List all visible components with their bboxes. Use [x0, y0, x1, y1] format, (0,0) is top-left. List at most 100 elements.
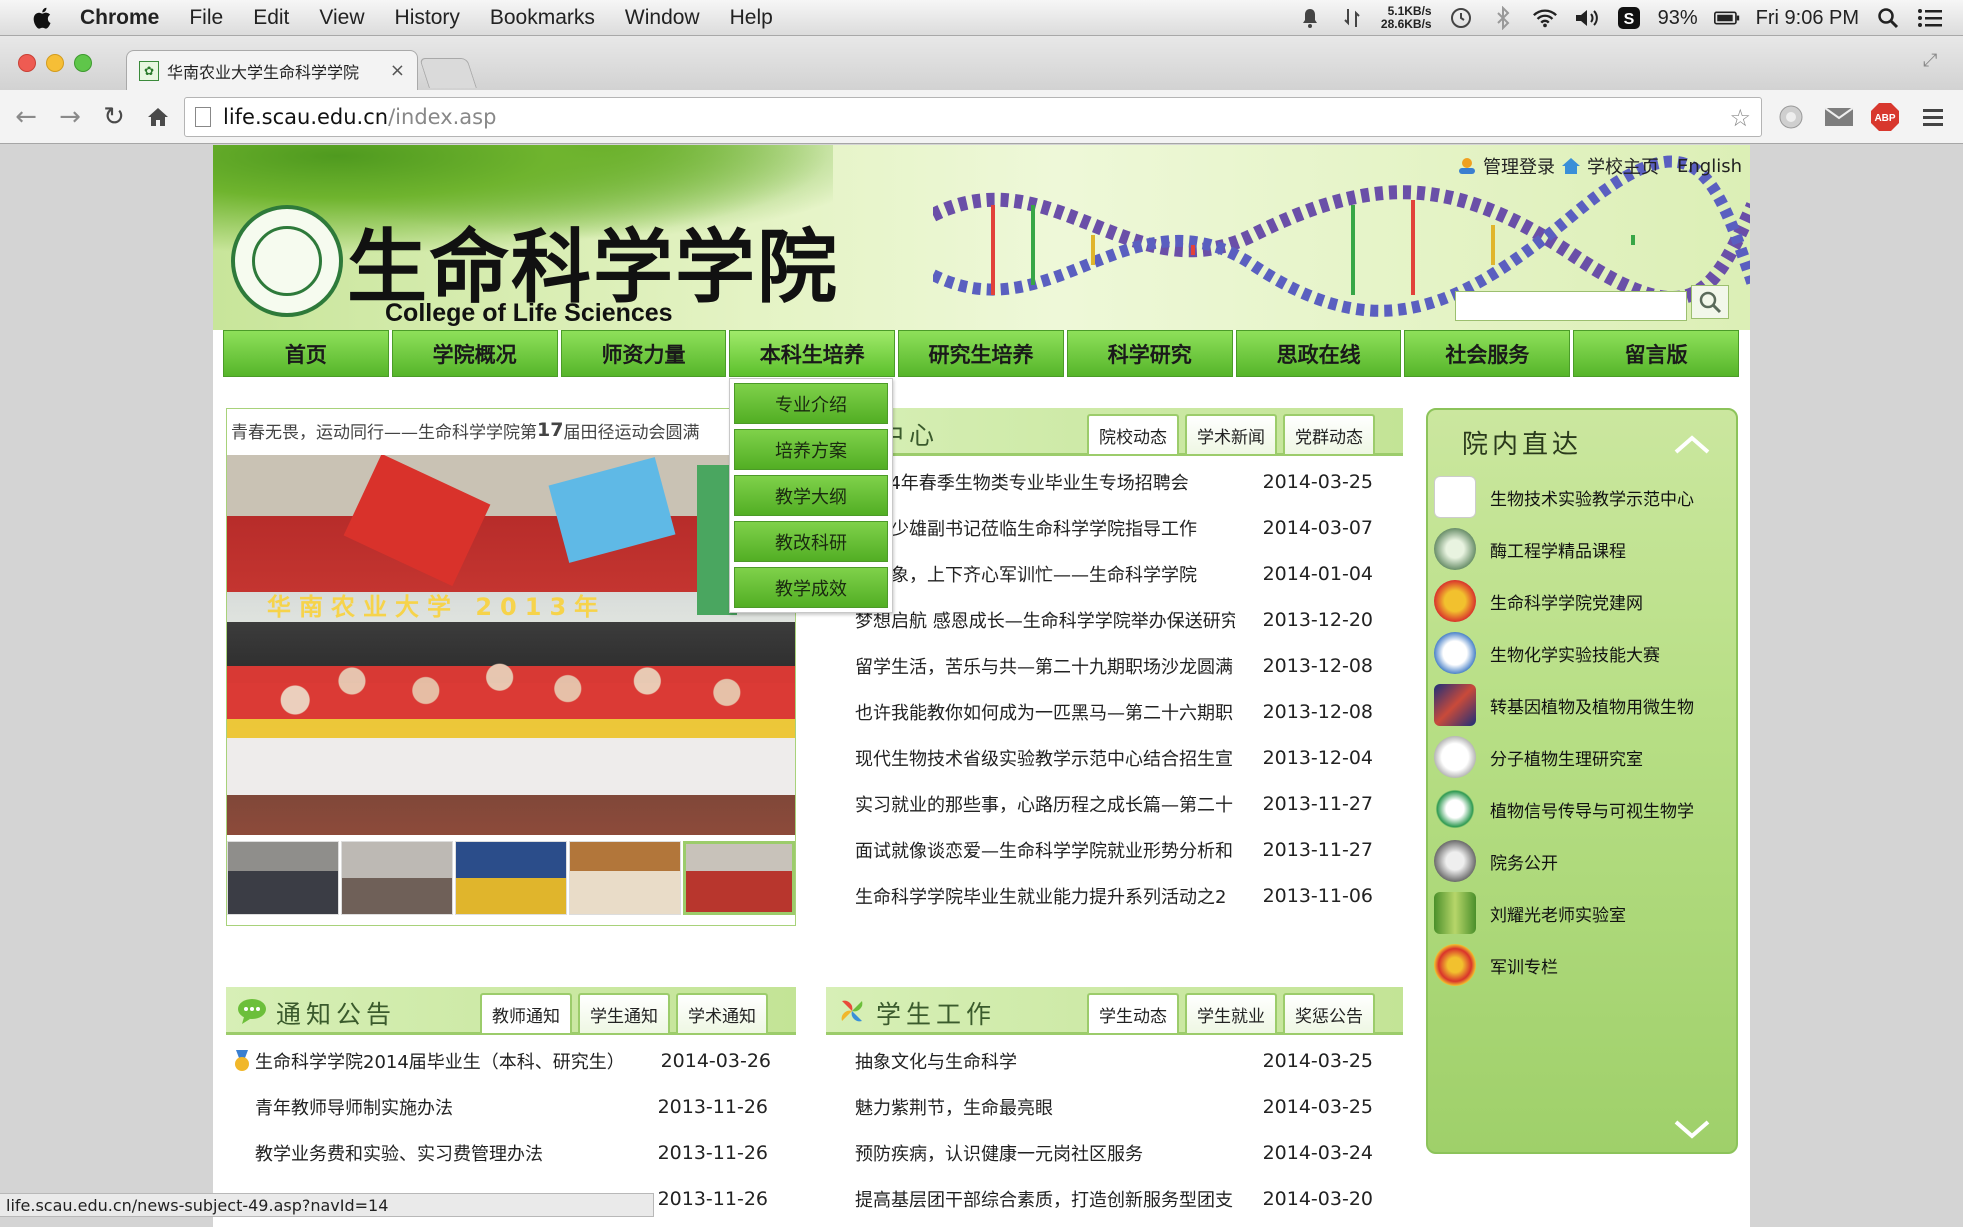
bookmark-star-icon[interactable]: ☆ [1729, 104, 1751, 132]
quick-link-item[interactable]: 酶工程学精品课程 [1434, 526, 1734, 572]
window-zoom-button[interactable] [74, 54, 92, 72]
menu-view[interactable]: View [319, 6, 364, 30]
news-item-title[interactable]: 现代生物技术省级实验教学示范中心结合招生宣 [855, 745, 1235, 771]
dropdown-item-major-intro[interactable]: 专业介绍 [734, 383, 888, 424]
menu-history[interactable]: History [395, 6, 460, 30]
quick-link-item[interactable]: 院务公开 [1434, 838, 1734, 884]
list-item[interactable]: 生命科学学院毕业生就业能力提升系列活动之2 2013-11-06 [855, 873, 1395, 919]
site-search-input[interactable] [1455, 291, 1687, 321]
nav-about[interactable]: 学院概况 [391, 330, 558, 377]
nav-guestbook[interactable]: 留言版 [1573, 330, 1740, 377]
tab-campus-news[interactable]: 院校动态 [1087, 414, 1179, 454]
notice-item-title[interactable]: 生命科学学院2014届毕业生（本科、研究生） [255, 1048, 655, 1074]
quick-link-item[interactable]: 生命科学学院党建网 [1434, 578, 1734, 624]
student-item-title[interactable]: 提高基层团干部综合素质，打造创新服务型团支 [855, 1186, 1237, 1212]
apple-menu-icon[interactable] [28, 5, 58, 31]
window-close-button[interactable] [18, 54, 36, 72]
student-item-title[interactable]: 预防疾病，认识健康一元岗社区服务 [855, 1140, 1237, 1166]
list-item[interactable]: 留学生活，苦乐与共—第二十九期职场沙龙圆满 2013-12-08 [855, 643, 1395, 689]
tab-student-activity[interactable]: 学生动态 [1087, 993, 1179, 1033]
tab-teacher-notice[interactable]: 教师通知 [480, 993, 572, 1033]
app-menu-chrome[interactable]: Chrome [80, 6, 159, 30]
list-item[interactable]: 梦想启航 感恩成长—生命科学学院举办保送研究 2013-12-20 [855, 597, 1395, 643]
back-arrow-icon[interactable]: ← [8, 99, 44, 135]
list-item[interactable]: 青年教师导师制实施办法 2013-11-26 [231, 1084, 791, 1130]
nav-graduate[interactable]: 研究生培养 [898, 330, 1064, 377]
time-machine-icon[interactable] [1448, 5, 1474, 31]
dropdown-item-teaching-results[interactable]: 教学成效 [734, 567, 888, 608]
quick-link-item[interactable]: 生物技术实验教学示范中心 [1434, 474, 1734, 520]
list-item[interactable]: 面试就像谈恋爱—生命科学学院就业形势分析和 2013-11-27 [855, 827, 1395, 873]
news-item-title[interactable]: 面试就像谈恋爱—生命科学学院就业形势分析和 [855, 837, 1235, 863]
menu-help[interactable]: Help [730, 6, 773, 30]
tab-party-news[interactable]: 党群动态 [1283, 414, 1375, 454]
quick-link-item[interactable]: 刘耀光老师实验室 [1434, 890, 1734, 936]
thumbnail-2[interactable] [341, 841, 453, 915]
list-item[interactable]: 也许我能教你如何成为一匹黑马—第二十六期职 2013-12-08 [855, 689, 1395, 735]
nav-social-service[interactable]: 社会服务 [1404, 330, 1571, 377]
english-link[interactable]: English [1677, 156, 1742, 177]
menu-edit[interactable]: Edit [253, 6, 289, 30]
home-icon[interactable] [140, 99, 176, 135]
news-item-title[interactable]: 梦想启航 感恩成长—生命科学学院举办保送研究 [855, 607, 1235, 633]
notice-item-title[interactable]: 青年教师导师制实施办法 [231, 1094, 655, 1120]
wifi-icon[interactable] [1532, 5, 1558, 31]
news-item-title[interactable]: 实习就业的那些事，心路历程之成长篇—第二十 [855, 791, 1235, 817]
tab-student-employment[interactable]: 学生就业 [1185, 993, 1277, 1033]
nav-faculty[interactable]: 师资力量 [560, 330, 727, 377]
globe-extension-icon[interactable] [1776, 102, 1806, 132]
news-item-title[interactable]: 也许我能教你如何成为一匹黑马—第二十六期职 [855, 699, 1235, 725]
news-item-title[interactable]: 2014年春季生物类专业毕业生专场招聘会 [855, 469, 1235, 495]
menu-bookmarks[interactable]: Bookmarks [490, 6, 595, 30]
menu-file[interactable]: File [189, 6, 223, 30]
list-item[interactable]: 魅力紫荆节，生命最亮眼 2014-03-25 [855, 1084, 1395, 1130]
list-item[interactable]: 2014年春季生物类专业毕业生专场招聘会 2014-03-25 [855, 459, 1395, 505]
address-bar[interactable]: life.scau.edu.cn/index.asp ☆ [184, 97, 1762, 137]
tab-student-notice[interactable]: 学生通知 [578, 993, 670, 1033]
student-item-title[interactable]: 魅力紫荆节，生命最亮眼 [855, 1094, 1237, 1120]
list-item[interactable]: 教学业务费和实验、实习费管理办法 2013-11-26 [231, 1130, 791, 1176]
news-item-title[interactable]: 委陈少雄副书记莅临生命科学学院指导工作 [855, 515, 1235, 541]
quick-link-item[interactable]: 分子植物生理研究室 [1434, 734, 1734, 780]
news-item-title[interactable]: 留学生活，苦乐与共—第二十九期职场沙龙圆满 [855, 653, 1235, 679]
school-home-link[interactable]: 学校主页 [1587, 153, 1659, 179]
new-tab-button[interactable] [419, 58, 477, 88]
menu-window[interactable]: Window [625, 6, 700, 30]
bluetooth-icon[interactable] [1490, 5, 1516, 31]
dropdown-item-training-plan[interactable]: 培养方案 [734, 429, 888, 470]
list-item[interactable]: 委陈少雄副书记莅临生命科学学院指导工作 2014-03-07 [855, 505, 1395, 551]
tab-close-icon[interactable]: × [390, 60, 405, 81]
battery-icon[interactable] [1713, 5, 1740, 31]
news-item-title[interactable]: 新气象，上下齐心军训忙——生命科学学院 [855, 561, 1235, 587]
window-minimize-button[interactable] [46, 54, 64, 72]
list-item[interactable]: 提高基层团干部综合素质，打造创新服务型团支 2014-03-20 [855, 1176, 1395, 1222]
slideshow-caption[interactable]: 青春无畏，运动同行——生命科学学院第 17 届田径运动会圆满 [231, 415, 791, 445]
news-item-title[interactable]: 生命科学学院毕业生就业能力提升系列活动之2 [855, 883, 1235, 909]
list-item[interactable]: 生命科学学院2014届毕业生（本科、研究生） 2014-03-26 [231, 1038, 791, 1084]
list-item[interactable]: 实习就业的那些事，心路历程之成长篇—第二十 2013-11-27 [855, 781, 1395, 827]
thumbnail-1[interactable] [227, 841, 339, 915]
scroll-up-chevron-icon[interactable] [1672, 432, 1712, 456]
site-search-button[interactable] [1691, 285, 1729, 319]
tab-academic-news[interactable]: 学术新闻 [1185, 414, 1277, 454]
thumbnail-3[interactable] [455, 841, 567, 915]
scroll-down-chevron-icon[interactable] [1672, 1118, 1712, 1142]
nav-undergraduate[interactable]: 本科生培养 [729, 330, 896, 377]
spotlight-search-icon[interactable] [1875, 5, 1901, 31]
chrome-menu-icon[interactable] [1918, 102, 1948, 132]
forward-arrow-icon[interactable]: → [52, 99, 88, 135]
student-item-title[interactable]: 抽象文化与生命科学 [855, 1048, 1237, 1074]
s-app-icon[interactable]: S [1616, 5, 1642, 31]
nav-research[interactable]: 科学研究 [1066, 330, 1233, 377]
notice-item-title[interactable]: 教学业务费和实验、实习费管理办法 [231, 1140, 655, 1166]
dropdown-item-syllabus[interactable]: 教学大纲 [734, 475, 888, 516]
nav-ideology[interactable]: 思政在线 [1235, 330, 1402, 377]
mail-extension-icon[interactable] [1824, 102, 1854, 132]
fullscreen-arrows-icon[interactable]: ⤢ [1923, 50, 1945, 72]
browser-tab[interactable]: ✿ 华南农业大学生命科学学院 × [126, 50, 418, 90]
thumbnail-5-selected[interactable] [683, 841, 795, 915]
list-item[interactable]: 现代生物技术省级实验教学示范中心结合招生宣 2013-12-04 [855, 735, 1395, 781]
slideshow-photo[interactable]: 华南农业大学 2013年 [227, 455, 795, 835]
clock[interactable]: Fri 9:06 PM [1756, 7, 1859, 30]
admin-login-link[interactable]: 管理登录 [1483, 153, 1555, 179]
